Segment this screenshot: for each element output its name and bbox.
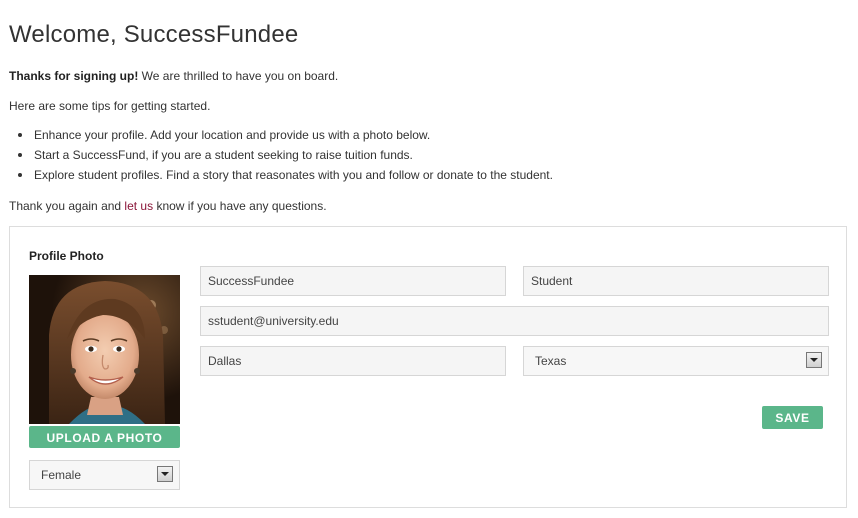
closing-message: Thank you again and let us know if you h…	[9, 198, 327, 214]
dropdown-arrow-icon[interactable]	[157, 466, 173, 482]
gender-select[interactable]: Female	[29, 460, 180, 490]
email-value: sstudent@university.edu	[208, 314, 339, 328]
closing-text-before: Thank you again and	[9, 199, 125, 213]
profile-photo-heading: Profile Photo	[29, 249, 104, 263]
tip-item: Enhance your profile. Add your location …	[18, 127, 553, 147]
tips-list: Enhance your profile. Add your location …	[18, 127, 553, 187]
bullet-icon	[18, 133, 22, 137]
profile-panel: Profile Photo UPLOAD A PHOTO Female Succ…	[9, 226, 847, 508]
bullet-icon	[18, 173, 22, 177]
last-name-value: Student	[531, 274, 573, 288]
welcome-message: Thanks for signing up! We are thrilled t…	[9, 68, 338, 84]
closing-text-after: know if you have any questions.	[153, 199, 327, 213]
bullet-icon	[18, 153, 22, 157]
tip-text: Start a SuccessFund, if you are a studen…	[34, 148, 413, 162]
profile-photo-image	[29, 275, 180, 424]
dropdown-arrow-icon[interactable]	[806, 352, 822, 368]
page-title: Welcome, SuccessFundee	[9, 21, 299, 48]
thanks-bold-text: Thanks for signing up!	[9, 69, 139, 83]
save-button[interactable]: SAVE	[762, 406, 823, 429]
email-input[interactable]: sstudent@university.edu	[200, 306, 829, 336]
city-value: Dallas	[208, 354, 242, 368]
state-select-value: Texas	[535, 354, 567, 368]
last-name-input[interactable]: Student	[523, 266, 829, 296]
city-input[interactable]: Dallas	[200, 346, 506, 376]
tip-item: Explore student profiles. Find a story t…	[18, 167, 553, 187]
thanks-rest-text: We are thrilled to have you on board.	[138, 69, 339, 83]
tip-text: Explore student profiles. Find a story t…	[34, 168, 553, 182]
tip-text: Enhance your profile. Add your location …	[34, 128, 431, 142]
tips-heading: Here are some tips for getting started.	[9, 99, 211, 113]
upload-photo-button[interactable]: UPLOAD A PHOTO	[29, 426, 180, 448]
first-name-value: SuccessFundee	[208, 274, 295, 288]
gender-select-value: Female	[41, 468, 82, 482]
tip-item: Start a SuccessFund, if you are a studen…	[18, 147, 553, 167]
profile-photo	[29, 275, 180, 424]
first-name-input[interactable]: SuccessFundee	[200, 266, 506, 296]
contact-link[interactable]: let us	[124, 199, 153, 213]
state-select[interactable]: Texas	[523, 346, 829, 376]
